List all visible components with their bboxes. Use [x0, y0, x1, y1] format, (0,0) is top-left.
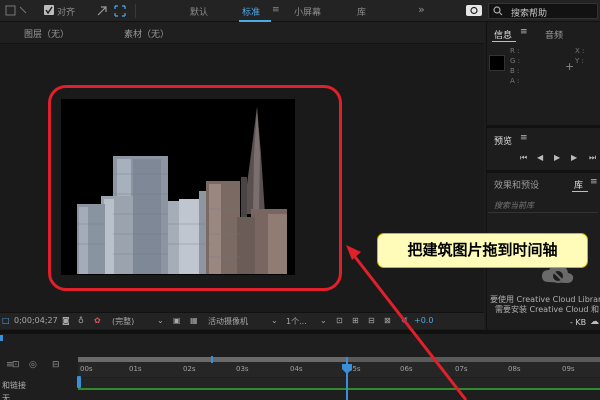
annotation-callout: 把建筑图片拖到时间轴: [377, 233, 588, 268]
annotation-arrow: [346, 245, 468, 400]
callout-text: 把建筑图片拖到时间轴: [407, 241, 558, 259]
